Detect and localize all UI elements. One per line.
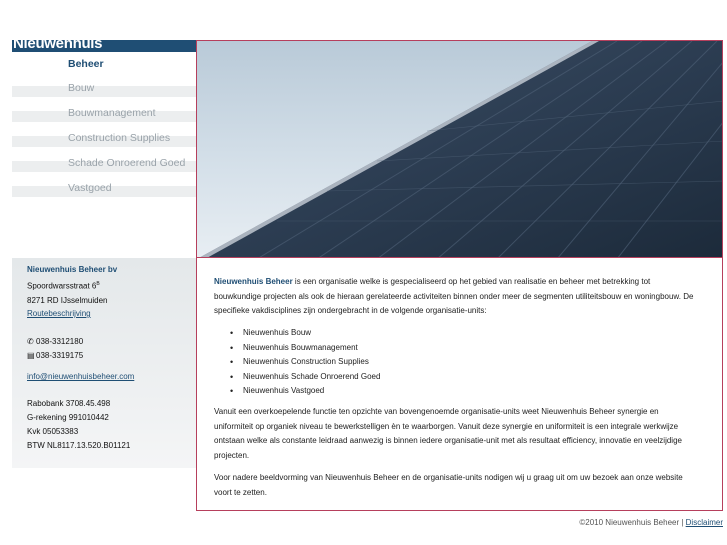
phone-icon: ✆ [27,337,34,346]
nav-item-vastgoed[interactable]: Vastgoed [12,177,196,202]
fax-number: 038-3319175 [36,351,84,360]
btw-number: BTW NL8117.13.520.B01121 [27,441,131,450]
list-item: Nieuwenhuis Construction Supplies [214,355,380,370]
address-street: Spoordwarsstraat 6B [27,281,100,291]
bank-account: Rabobank 3708.45.498 [27,399,111,408]
route-link[interactable]: Routebeschrijving [27,309,91,318]
intro-paragraph: Nieuwenhuis Beheer is een organisatie we… [214,275,694,319]
contact-sidebar: Nieuwenhuis Beheer bv Spoordwarsstraat 6… [12,258,196,468]
nav-label: Construction Supplies [68,132,171,144]
copyright-text: ©2010 Nieuwenhuis Beheer | [579,518,686,527]
fax-line: ▤038-3319175 [27,351,83,360]
phone-number: 038-3312180 [36,337,84,346]
email-link[interactable]: info@nieuwenhuisbeheer.com [27,372,134,381]
building-photo [197,41,722,257]
disclaimer-link[interactable]: Disclaimer [686,518,723,527]
brand-logo[interactable]: Nieuwenhuis [12,40,196,52]
synergy-paragraph: Vanuit een overkoepelende functie ten op… [214,407,682,460]
nav-item-bouw[interactable]: Bouw [12,77,196,102]
list-item: Nieuwenhuis Vastgoed [214,384,380,399]
list-item: Nieuwenhuis Schade Onroerend Goed [214,370,380,385]
street-text: Spoordwarsstraat 6 [27,281,97,291]
invitation-paragraph: Voor nadere beeldvorming van Nieuwenhuis… [214,473,683,497]
nav-label: Beheer [68,58,104,70]
route-link-wrap: Routebeschrijving [27,309,91,318]
nav-item-construction-supplies[interactable]: Construction Supplies [12,127,196,152]
street-suffix: B [96,281,100,287]
nav-label: Bouw [68,82,95,94]
nav-label: Vastgoed [68,182,112,194]
main-content: Nieuwenhuis Beheer is een organisatie we… [196,258,723,511]
company-name: Nieuwenhuis Beheer bv [27,265,118,274]
list-item: Nieuwenhuis Bouw [214,326,380,341]
g-rekening: G-rekening 991010442 [27,413,109,422]
address-city: 8271 RD IJsselmuiden [27,296,108,305]
kvk-number: Kvk 05053383 [27,427,79,436]
units-list: Nieuwenhuis Bouw Nieuwenhuis Bouwmanagem… [214,326,380,399]
footer: ©2010 Nieuwenhuis Beheer | Disclaimer [579,518,723,527]
nav-label: Schade Onroerend Goed [68,157,186,169]
hero-image [196,40,723,258]
brand-name: Nieuwenhuis [13,40,103,52]
nav-label: Bouwmanagement [68,107,156,119]
nav-item-schade-onroerend-goed[interactable]: Schade Onroerend Goed [12,152,196,177]
top-spacer [0,0,727,40]
intro-company-name: Nieuwenhuis Beheer [214,277,293,286]
nav-bar [12,62,196,73]
phone-line: ✆ 038-3312180 [27,337,83,346]
nav-bar [12,86,196,97]
nav-item-beheer[interactable]: Beheer [12,52,196,77]
list-item: Nieuwenhuis Bouwmanagement [214,341,380,356]
email-wrap: info@nieuwenhuisbeheer.com [27,372,134,381]
main-nav: Beheer Bouw Bouwmanagement Construction … [12,52,196,202]
nav-item-bouwmanagement[interactable]: Bouwmanagement [12,102,196,127]
fax-icon: ▤ [27,351,35,360]
